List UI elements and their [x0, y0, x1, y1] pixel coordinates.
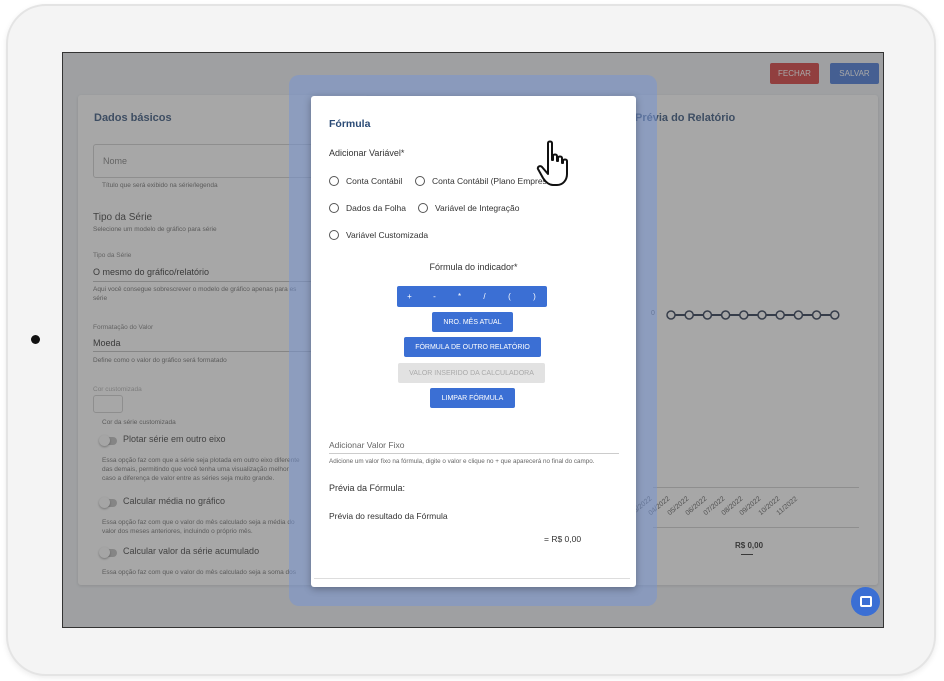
- camera-dot: [31, 335, 40, 344]
- screen: FECHAR SALVAR Dados básicos Nome Título …: [62, 52, 884, 628]
- modal-title: Fórmula: [329, 118, 371, 130]
- radio-label: Conta Contábil: [346, 176, 403, 186]
- op-close-paren-button[interactable]: ): [525, 292, 545, 301]
- op-open-paren-button[interactable]: (: [500, 292, 520, 301]
- clear-formula-button[interactable]: LIMPAR FÓRMULA: [430, 388, 515, 408]
- op-plus-button[interactable]: +: [400, 292, 420, 301]
- radio-circle-icon: [418, 203, 428, 213]
- fixed-value-underline: [329, 453, 619, 454]
- app-background: FECHAR SALVAR Dados básicos Nome Título …: [63, 53, 883, 627]
- radio-circle-icon: [415, 176, 425, 186]
- op-minus-button[interactable]: -: [425, 292, 445, 301]
- formula-preview-label: Prévia da Fórmula:: [329, 483, 406, 493]
- formula-title: Fórmula do indicador*: [429, 262, 518, 272]
- hand-pointer-icon: [536, 140, 568, 186]
- op-divide-button[interactable]: /: [475, 292, 495, 301]
- radio-circle-icon: [329, 176, 339, 186]
- modal-bottom-line: [314, 578, 630, 579]
- chat-icon: [859, 596, 872, 607]
- radio-label: Dados da Folha: [346, 203, 407, 213]
- radio-conta-contabil-plano[interactable]: Conta Contábil (Plano Empresa): [415, 176, 554, 186]
- current-month-button[interactable]: NRO. MÊS ATUAL: [432, 312, 513, 332]
- radio-dados-folha[interactable]: Dados da Folha: [329, 203, 406, 213]
- operator-bar: + - * / ( ): [397, 286, 547, 307]
- chat-button[interactable]: [851, 587, 880, 616]
- radio-label: Variável de Integração: [435, 203, 520, 213]
- radio-circle-icon: [329, 203, 339, 213]
- op-multiply-button[interactable]: *: [450, 292, 470, 301]
- result-preview-label: Prévia do resultado da Fórmula: [329, 511, 448, 521]
- fixed-value-hint: Adicione um valor fixo na fórmula, digit…: [329, 458, 595, 465]
- other-report-formula-button[interactable]: FÓRMULA DE OUTRO RELATÓRIO: [404, 337, 541, 357]
- radio-variavel-integracao[interactable]: Variável de Integração: [418, 203, 519, 213]
- radio-label: Variável Customizada: [346, 230, 429, 240]
- formula-modal: Fórmula Adicionar Variável* Conta Contáb…: [311, 96, 636, 587]
- radio-variavel-customizada[interactable]: Variável Customizada: [329, 230, 428, 240]
- radio-circle-icon: [329, 230, 339, 240]
- result-preview-value: = R$ 0,00: [544, 534, 582, 544]
- add-variable-label: Adicionar Variável*: [329, 148, 405, 158]
- radio-conta-contabil[interactable]: Conta Contábil: [329, 176, 402, 186]
- calculator-value-button[interactable]: VALOR INSERIDO DA CALCULADORA: [398, 363, 545, 383]
- fixed-value-input[interactable]: Adicionar Valor Fixo: [329, 440, 404, 450]
